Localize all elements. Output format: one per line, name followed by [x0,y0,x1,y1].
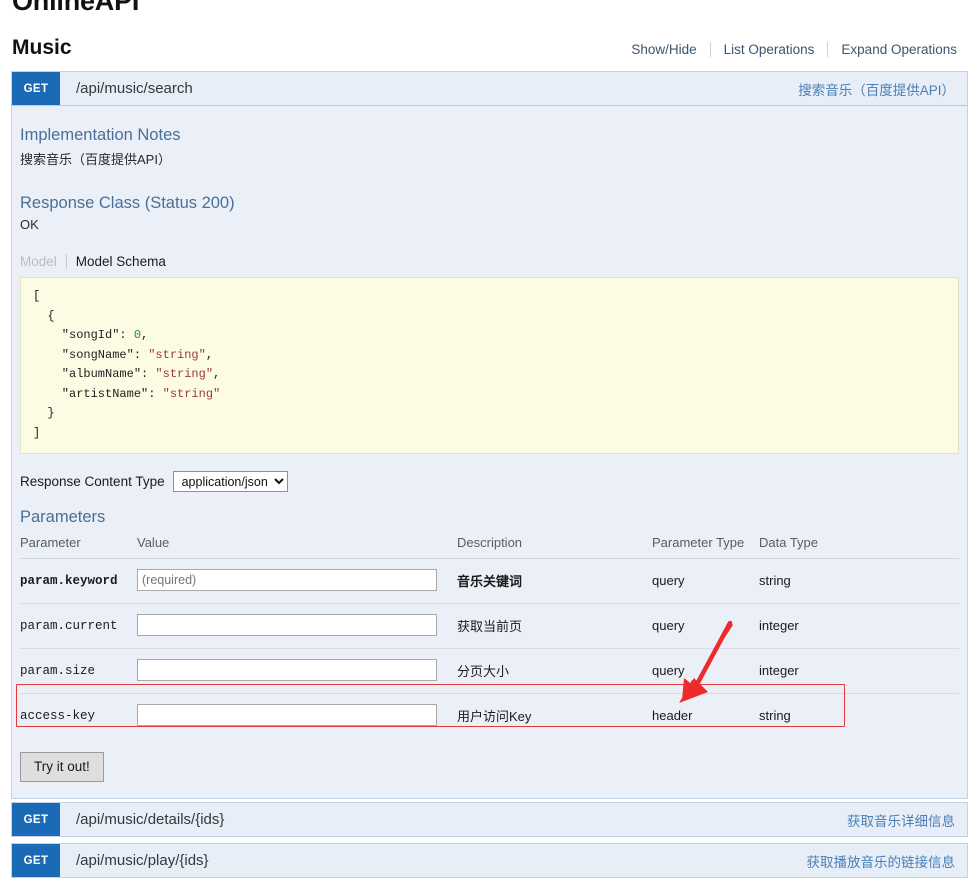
resource-operations-controls: Show/Hide List Operations Expand Operati… [618,42,957,57]
implementation-notes-text: 搜索音乐（百度提供API） [20,149,967,168]
param-name-keyword: param.keyword [20,574,118,588]
schema-line: [ [33,289,40,303]
schema-line: ] [33,426,40,440]
operation-music-play: GET /api/music/play/{ids} 获取播放音乐的链接信息 [11,843,968,878]
param-input-access-key[interactable] [137,704,437,726]
operation-body: Implementation Notes 搜索音乐（百度提供API） Respo… [11,106,968,799]
http-method-badge: GET [12,844,60,877]
tab-model-schema[interactable]: Model Schema [67,254,166,269]
schema-comma: , [206,348,213,362]
col-data-type: Data Type [759,533,959,559]
table-row: param.size 分页大小 query integer [20,649,959,694]
operation-music-details: GET /api/music/details/{ids} 获取音乐详细信息 [11,802,968,837]
schema-value-songid: 0 [134,328,141,342]
operation-header-music-play[interactable]: GET /api/music/play/{ids} 获取播放音乐的链接信息 [11,843,968,878]
show-hide-link[interactable]: Show/Hide [618,42,709,57]
table-header-row: Parameter Value Description Parameter Ty… [20,533,959,559]
response-content-type-select[interactable]: application/json [173,471,288,492]
col-parameter: Parameter [20,533,137,559]
operation-path: /api/music/search [76,80,193,97]
param-description-keyword: 音乐关键词 [457,574,522,589]
param-type-current: query [652,618,685,633]
schema-value-albumname: "string" [155,367,213,381]
model-schema-code: [ { "songId": 0, "songName": "string", "… [20,277,959,454]
operation-path: /api/music/play/{ids} [76,852,209,869]
model-tabs: Model Model Schema [20,254,967,269]
param-description-access-key: 用户访问Key [457,709,531,724]
param-input-keyword[interactable] [137,569,437,591]
operation-summary[interactable]: 获取音乐详细信息 [847,810,955,830]
operation-summary[interactable]: 搜索音乐（百度提供API） [798,79,955,99]
operation-music-search: GET /api/music/search 搜索音乐（百度提供API） Impl… [11,71,968,799]
schema-value-artistname: "string" [163,387,221,401]
response-content-type-label: Response Content Type [20,474,165,489]
col-value: Value [137,533,457,559]
try-it-out-button[interactable]: Try it out! [20,752,104,782]
response-class-text: OK [20,217,967,232]
param-datatype-size: integer [759,663,799,678]
resource-header: Music Show/Hide List Operations Expand O… [0,36,979,66]
schema-key-songid: "songId": [33,328,134,342]
app-title: OnlineAPI [12,0,139,17]
resource-title: Music [12,36,72,60]
schema-key-artistname: "artistName": [33,387,163,401]
param-description-size: 分页大小 [457,664,509,679]
table-row: param.current 获取当前页 query integer [20,604,959,649]
parameters-table: Parameter Value Description Parameter Ty… [20,533,959,738]
operation-path: /api/music/details/{ids} [76,811,224,828]
table-row: access-key 用户访问Key header string [20,694,959,739]
operation-header-music-details[interactable]: GET /api/music/details/{ids} 获取音乐详细信息 [11,802,968,837]
schema-key-songname: "songName": [33,348,148,362]
col-description: Description [457,533,652,559]
param-input-current[interactable] [137,614,437,636]
http-method-badge: GET [12,803,60,836]
expand-operations-link[interactable]: Expand Operations [828,42,957,57]
param-name-current: param.current [20,619,118,633]
swagger-ui-page: OnlineAPI Music Show/Hide List Operation… [0,0,979,889]
schema-key-albumname: "albumName": [33,367,155,381]
schema-value-songname: "string" [148,348,206,362]
operation-summary[interactable]: 获取播放音乐的链接信息 [807,851,956,871]
param-datatype-current: integer [759,618,799,633]
implementation-notes-title: Implementation Notes [20,126,967,145]
param-type-size: query [652,663,685,678]
param-type-access-key: header [652,708,692,723]
param-datatype-access-key: string [759,708,791,723]
col-parameter-type: Parameter Type [652,533,759,559]
operation-header-music-search[interactable]: GET /api/music/search 搜索音乐（百度提供API） [11,71,968,106]
http-method-badge: GET [12,72,60,105]
schema-line: } [33,406,55,420]
list-operations-link[interactable]: List Operations [711,42,828,57]
response-class-title: Response Class (Status 200) [20,194,967,213]
param-name-access-key: access-key [20,709,95,723]
schema-line: { [33,309,55,323]
table-row: param.keyword 音乐关键词 query string [20,559,959,604]
param-input-size[interactable] [137,659,437,681]
schema-comma: , [213,367,220,381]
param-name-size: param.size [20,664,95,678]
response-content-type-row: Response Content Type application/json [20,471,967,492]
param-type-keyword: query [652,573,685,588]
tab-model[interactable]: Model [20,254,66,269]
schema-comma: , [141,328,148,342]
parameters-title: Parameters [20,508,967,527]
param-datatype-keyword: string [759,573,791,588]
param-description-current: 获取当前页 [457,619,522,634]
